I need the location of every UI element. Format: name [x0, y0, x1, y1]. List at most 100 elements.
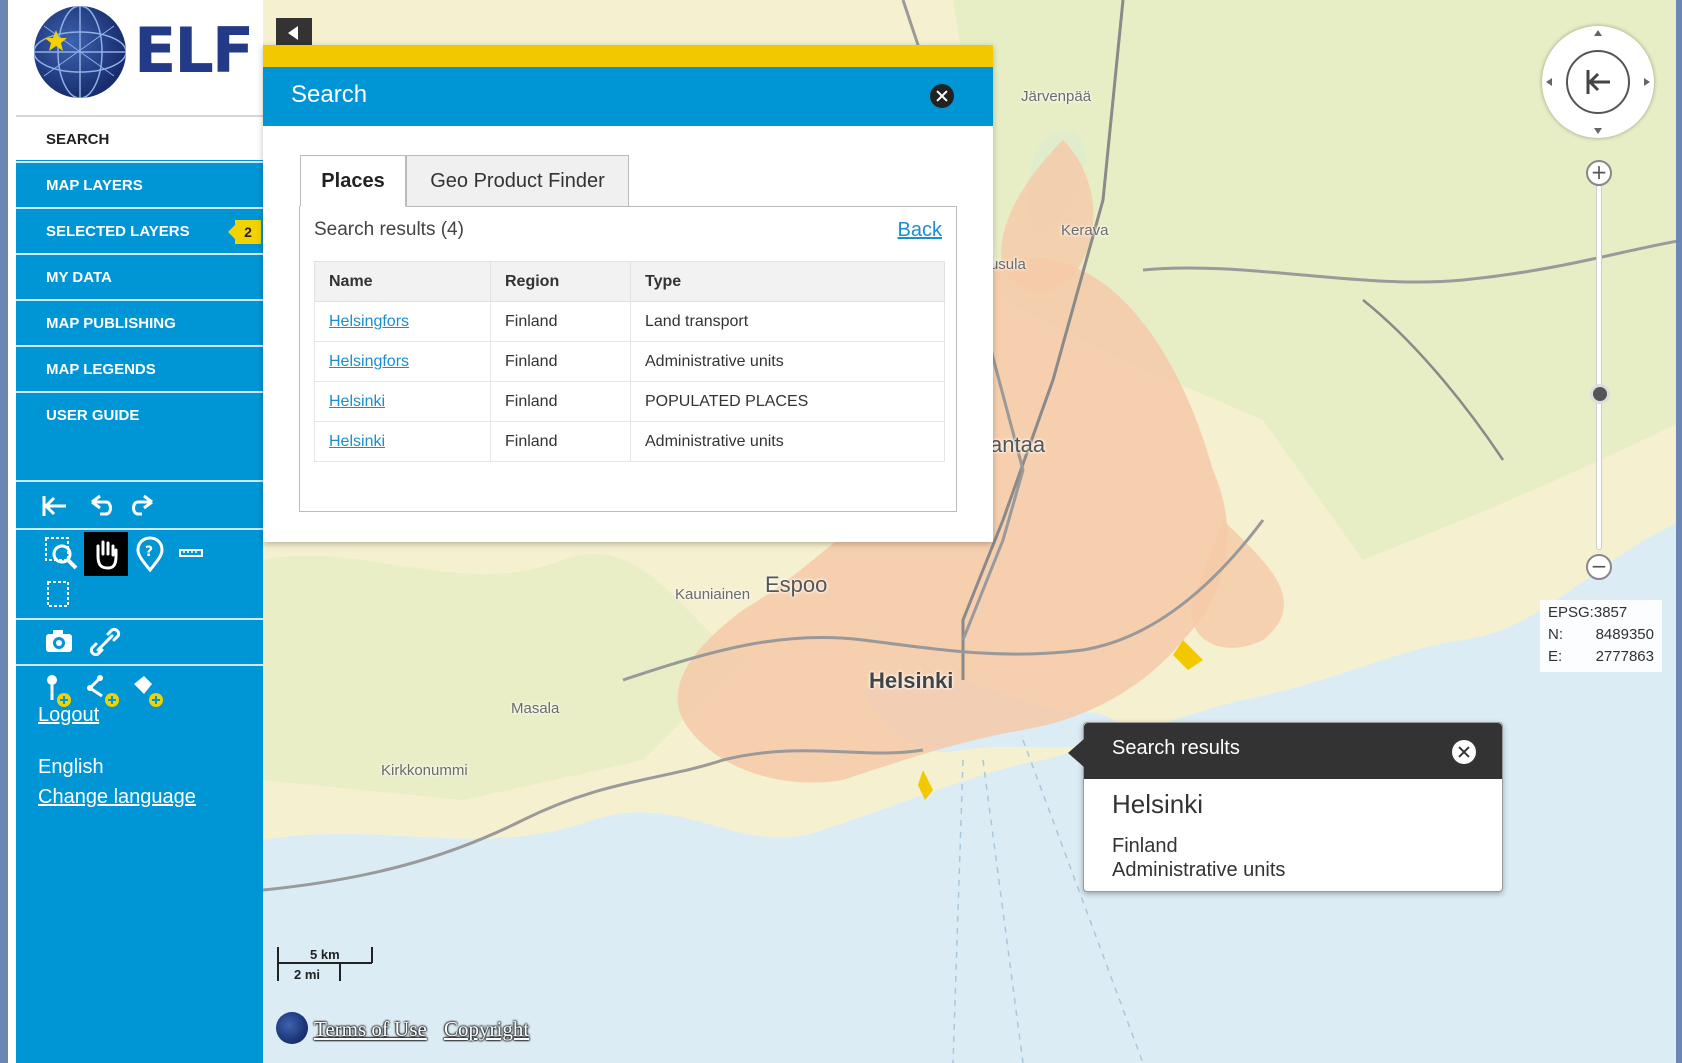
nav-my-data[interactable]: MY DATA	[16, 253, 263, 298]
table-row: Helsinki Finland POPULATED PLACES	[314, 381, 945, 422]
pan-compass-control[interactable]	[1542, 26, 1654, 138]
nav-map-layers[interactable]: MAP LAYERS	[16, 161, 263, 206]
column-header-type[interactable]: Type	[630, 261, 945, 302]
collapse-panel-button[interactable]	[276, 18, 312, 48]
column-header-name[interactable]: Name	[314, 261, 491, 302]
east-label: E:	[1548, 648, 1563, 665]
measure-area-icon[interactable]	[40, 576, 84, 620]
popup-region: Finland	[1112, 835, 1178, 857]
result-link[interactable]: Helsingfors	[329, 313, 409, 330]
popup-place-name: Helsinki	[1112, 789, 1204, 819]
measure-line-icon[interactable]	[172, 532, 216, 576]
scale-bar: 5 km 2 mi	[276, 945, 376, 985]
table-row: Helsingfors Finland Administrative units	[314, 341, 945, 382]
panel-accent-stripe	[263, 45, 993, 67]
cell-region: Finland	[490, 341, 631, 382]
pan-left-icon	[1546, 78, 1552, 86]
zoom-slider-track[interactable]	[1596, 185, 1602, 550]
close-icon[interactable]	[930, 84, 954, 108]
nav-search[interactable]: SEARCH	[16, 115, 263, 160]
camera-icon[interactable]	[40, 620, 84, 664]
logout-link[interactable]: Logout	[38, 704, 99, 727]
history-toolbar	[16, 480, 263, 528]
elf-logo: ELF	[16, 0, 263, 115]
cell-type: POPULATED PLACES	[630, 381, 945, 422]
result-link[interactable]: Helsingfors	[329, 353, 409, 370]
nav-label: MAP PUBLISHING	[46, 315, 176, 332]
undo-icon[interactable]	[78, 484, 122, 528]
link-icon[interactable]	[84, 620, 128, 664]
nav-label: USER GUIDE	[46, 407, 140, 424]
chevron-left-icon	[288, 26, 298, 40]
cell-region: Finland	[490, 421, 631, 462]
cell-name: Helsingfors	[314, 301, 491, 342]
place-label: Kauniainen	[675, 586, 751, 603]
zoom-box-icon[interactable]	[40, 532, 84, 576]
share-toolbar	[16, 618, 263, 664]
sidebar: ELF SEARCH MAP LAYERS SELECTED LAYERS 2 M…	[16, 0, 263, 1063]
popup-type: Administrative units	[1112, 859, 1286, 881]
nav-user-guide[interactable]: USER GUIDE	[16, 391, 263, 436]
redo-icon[interactable]	[122, 484, 166, 528]
place-label: Espoo	[765, 572, 828, 597]
nav-label: MAP LAYERS	[46, 177, 143, 194]
table-row: Helsinki Finland Administrative units	[314, 421, 945, 462]
place-label-capital: Helsinki	[869, 668, 954, 693]
search-panel-title: Search	[291, 81, 368, 108]
place-label: Järvenpää	[1021, 88, 1092, 105]
globe-logo-icon	[276, 1012, 308, 1044]
terms-of-use-link[interactable]: Terms of Use	[314, 1017, 427, 1042]
nav-map-legends[interactable]: MAP LEGENDS	[16, 345, 263, 390]
north-value: 8489350	[1595, 626, 1654, 643]
search-result-popup: Search results Helsinki Finland Administ…	[1068, 722, 1503, 892]
app-window: Järvenpää Kerava Tuusula Vantaa Espoo Ka…	[0, 0, 1682, 1063]
tab-geo-product-finder[interactable]: Geo Product Finder	[406, 155, 629, 207]
east-coordinate: E: 2777863	[1548, 648, 1654, 670]
cell-type: Administrative units	[630, 341, 945, 382]
cell-type: Administrative units	[630, 421, 945, 462]
scale-mi-label: 2 mi	[294, 967, 321, 982]
cell-region: Finland	[490, 301, 631, 342]
table-row: Helsingfors Finland Land transport	[314, 301, 945, 342]
pan-right-icon	[1644, 78, 1650, 86]
selected-layers-count-badge: 2	[228, 220, 261, 244]
north-label: N:	[1548, 626, 1563, 643]
cell-region: Finland	[490, 381, 631, 422]
reset-view-icon[interactable]	[34, 484, 78, 528]
back-link[interactable]: Back	[898, 219, 942, 242]
cell-name: Helsinki	[314, 381, 491, 422]
nav-selected-layers[interactable]: SELECTED LAYERS 2	[16, 207, 263, 252]
pan-down-icon	[1594, 128, 1602, 134]
reset-view-icon[interactable]	[1566, 50, 1630, 114]
copyright-link[interactable]: Copyright	[444, 1017, 529, 1042]
popup-title: Search results	[1112, 737, 1240, 759]
zoom-in-button[interactable]: +	[1586, 160, 1612, 186]
results-count: Search results (4)	[314, 219, 464, 240]
cell-type: Land transport	[630, 301, 945, 342]
close-icon[interactable]	[1452, 740, 1476, 764]
change-language-link[interactable]: Change language	[38, 786, 196, 809]
zoom-out-button[interactable]: −	[1586, 554, 1612, 580]
tab-places[interactable]: Places	[300, 155, 406, 207]
search-panel-header: Search	[263, 67, 993, 126]
result-link[interactable]: Helsinki	[329, 433, 385, 450]
cell-name: Helsinki	[314, 421, 491, 462]
column-header-region[interactable]: Region	[490, 261, 631, 302]
nav-map-publishing[interactable]: MAP PUBLISHING	[16, 299, 263, 344]
pan-up-icon	[1594, 30, 1602, 36]
nav-label: MAP LEGENDS	[46, 361, 156, 378]
svg-text:?: ?	[145, 544, 153, 560]
info-marker-icon[interactable]: ?	[128, 532, 172, 576]
add-area-icon[interactable]	[128, 670, 172, 714]
pan-hand-icon[interactable]	[84, 532, 128, 576]
zoom-slider-handle[interactable]	[1590, 384, 1610, 404]
popup-header: Search results	[1084, 723, 1502, 779]
nav-label: SELECTED LAYERS	[46, 223, 190, 240]
epsg-label: EPSG:3857	[1548, 604, 1628, 621]
scale-km-label: 5 km	[310, 947, 340, 962]
result-link[interactable]: Helsinki	[329, 393, 385, 410]
place-label: Kirkkonummi	[381, 762, 468, 779]
map-tools-toolbar: ?	[16, 528, 263, 618]
cell-name: Helsingfors	[314, 341, 491, 382]
globe-logo-icon	[34, 6, 126, 98]
